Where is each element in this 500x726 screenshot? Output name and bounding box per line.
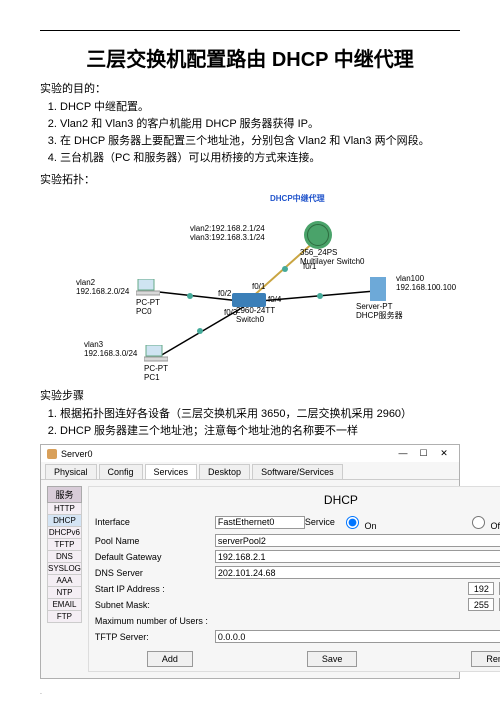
start-ip-label: Start IP Address :: [95, 584, 215, 594]
sidebar-item-email[interactable]: EMAIL: [47, 599, 82, 611]
tftp-label: TFTP Server:: [95, 632, 215, 642]
pc-icon: [144, 345, 168, 363]
save-button[interactable]: Save: [307, 651, 358, 667]
page-title: 三层交换机配置路由 DHCP 中继代理: [40, 43, 460, 72]
remove-button[interactable]: Remove: [471, 651, 500, 667]
pc0-info: vlan2 192.168.2.0/24: [76, 279, 129, 297]
sidebar-item-tftp[interactable]: TFTP: [47, 539, 82, 551]
list-item: Vlan2 和 Vlan3 的客户机能用 DHCP 服务器获得 IP。: [60, 115, 460, 131]
port-label: f0/2: [218, 290, 231, 299]
service-on-radio[interactable]: On: [341, 513, 461, 531]
add-button[interactable]: Add: [147, 651, 193, 667]
mask-label: Subnet Mask:: [95, 600, 215, 610]
switch-icon: [232, 293, 266, 307]
tftp-input[interactable]: [215, 630, 500, 643]
footnote: .: [40, 689, 460, 696]
sidebar-item-dns[interactable]: DNS: [47, 551, 82, 563]
sidebar-item-dhcp[interactable]: DHCP: [47, 515, 82, 527]
server-config-window: Server0 — ☐ ✕ Physical Config Services D…: [40, 444, 460, 679]
window-title: Server0: [61, 449, 93, 459]
list-item: 三台机器（PC 和服务器）可以用桥接的方式来连接。: [60, 149, 460, 165]
tab-services[interactable]: Services: [145, 464, 198, 479]
list-item: 在 DHCP 服务器上要配置三个地址池，分别包含 Vlan2 和 Vlan3 两…: [60, 132, 460, 148]
tab-config[interactable]: Config: [99, 464, 143, 479]
steps-heading: 实验步骤: [40, 387, 460, 403]
sidebar-item-syslog[interactable]: SYSLOG: [47, 563, 82, 575]
gateway-input[interactable]: [215, 550, 500, 563]
close-button[interactable]: ✕: [435, 448, 453, 459]
purpose-list: DHCP 中继配置。 Vlan2 和 Vlan3 的客户机能用 DHCP 服务器…: [40, 98, 460, 165]
server-label: Server-PT DHCP服务器: [356, 303, 403, 321]
app-icon: [47, 449, 57, 459]
steps-list: 根据拓扑图连好各设备（三层交换机采用 3650，二层交换机采用 2960） DH…: [40, 405, 460, 438]
vlan-info: vlan2:192.168.2.1/24 vlan3:192.168.3.1/2…: [190, 225, 265, 243]
list-item: DHCP 服务器建三个地址池；注意每个地址池的名称要不一样: [60, 422, 460, 438]
topology-heading: 实验拓扑：: [40, 171, 460, 187]
tab-bar: Physical Config Services Desktop Softwar…: [41, 462, 459, 480]
sidebar-item-aaa[interactable]: AAA: [47, 575, 82, 587]
dns-label: DNS Server: [95, 568, 215, 578]
dhcp-form: DHCP Interface Service On Off Pool Name …: [88, 486, 500, 672]
interface-select[interactable]: [215, 516, 305, 529]
sidebar-item-http[interactable]: HTTP: [47, 503, 82, 515]
service-off-radio[interactable]: Off: [467, 513, 500, 531]
pc1-info: vlan3 192.168.3.0/24: [84, 341, 137, 359]
topology-diagram: DHCP中继代理 356_24PS Multilayer Switch0 f0/…: [40, 191, 460, 381]
pc0-label: PC-PT PC0: [136, 299, 160, 317]
sidebar-item-dhcpv6[interactable]: DHCPv6: [47, 527, 82, 539]
tab-software[interactable]: Software/Services: [252, 464, 343, 479]
sidebar-item-ftp[interactable]: FTP: [47, 611, 82, 623]
switch-label: 2960-24TT Switch0: [236, 307, 275, 325]
port-label: f0/4: [268, 296, 281, 305]
pc1-label: PC-PT PC1: [144, 365, 168, 383]
tab-desktop[interactable]: Desktop: [199, 464, 250, 479]
list-item: 根据拓扑图连好各设备（三层交换机采用 3650，二层交换机采用 2960）: [60, 405, 460, 421]
multilayer-switch-icon: [304, 221, 332, 249]
server-info: vlan100 192.168.100.100: [396, 275, 456, 293]
server-icon: [370, 277, 386, 301]
panel-title: DHCP: [95, 493, 500, 507]
caption: DHCP中继代理: [270, 195, 325, 204]
port-label: f0/1: [252, 283, 265, 292]
max-users-label: Maximum number of Users :: [95, 616, 215, 626]
service-label: Service: [305, 517, 335, 527]
dns-input[interactable]: [215, 566, 500, 579]
gateway-label: Default Gateway: [95, 552, 215, 562]
pc-icon: [136, 279, 160, 297]
tab-physical[interactable]: Physical: [45, 464, 97, 479]
sidebar-header: 服务: [47, 486, 82, 503]
mask-octet[interactable]: [468, 598, 494, 611]
sidebar-item-ntp[interactable]: NTP: [47, 587, 82, 599]
port-label: f0/3: [224, 309, 237, 318]
window-titlebar: Server0 — ☐ ✕: [41, 445, 459, 462]
services-sidebar: 服务 HTTP DHCP DHCPv6 TFTP DNS SYSLOG AAA …: [47, 486, 82, 672]
start-ip-octet[interactable]: [468, 582, 494, 595]
minimize-button[interactable]: —: [394, 448, 412, 458]
purpose-heading: 实验的目的：: [40, 80, 460, 96]
maximize-button[interactable]: ☐: [414, 448, 432, 459]
port-label: f0/1: [303, 263, 316, 272]
pool-name-label: Pool Name: [95, 536, 215, 546]
pool-name-input[interactable]: [215, 534, 500, 547]
list-item: DHCP 中继配置。: [60, 98, 460, 114]
interface-label: Interface: [95, 517, 215, 527]
